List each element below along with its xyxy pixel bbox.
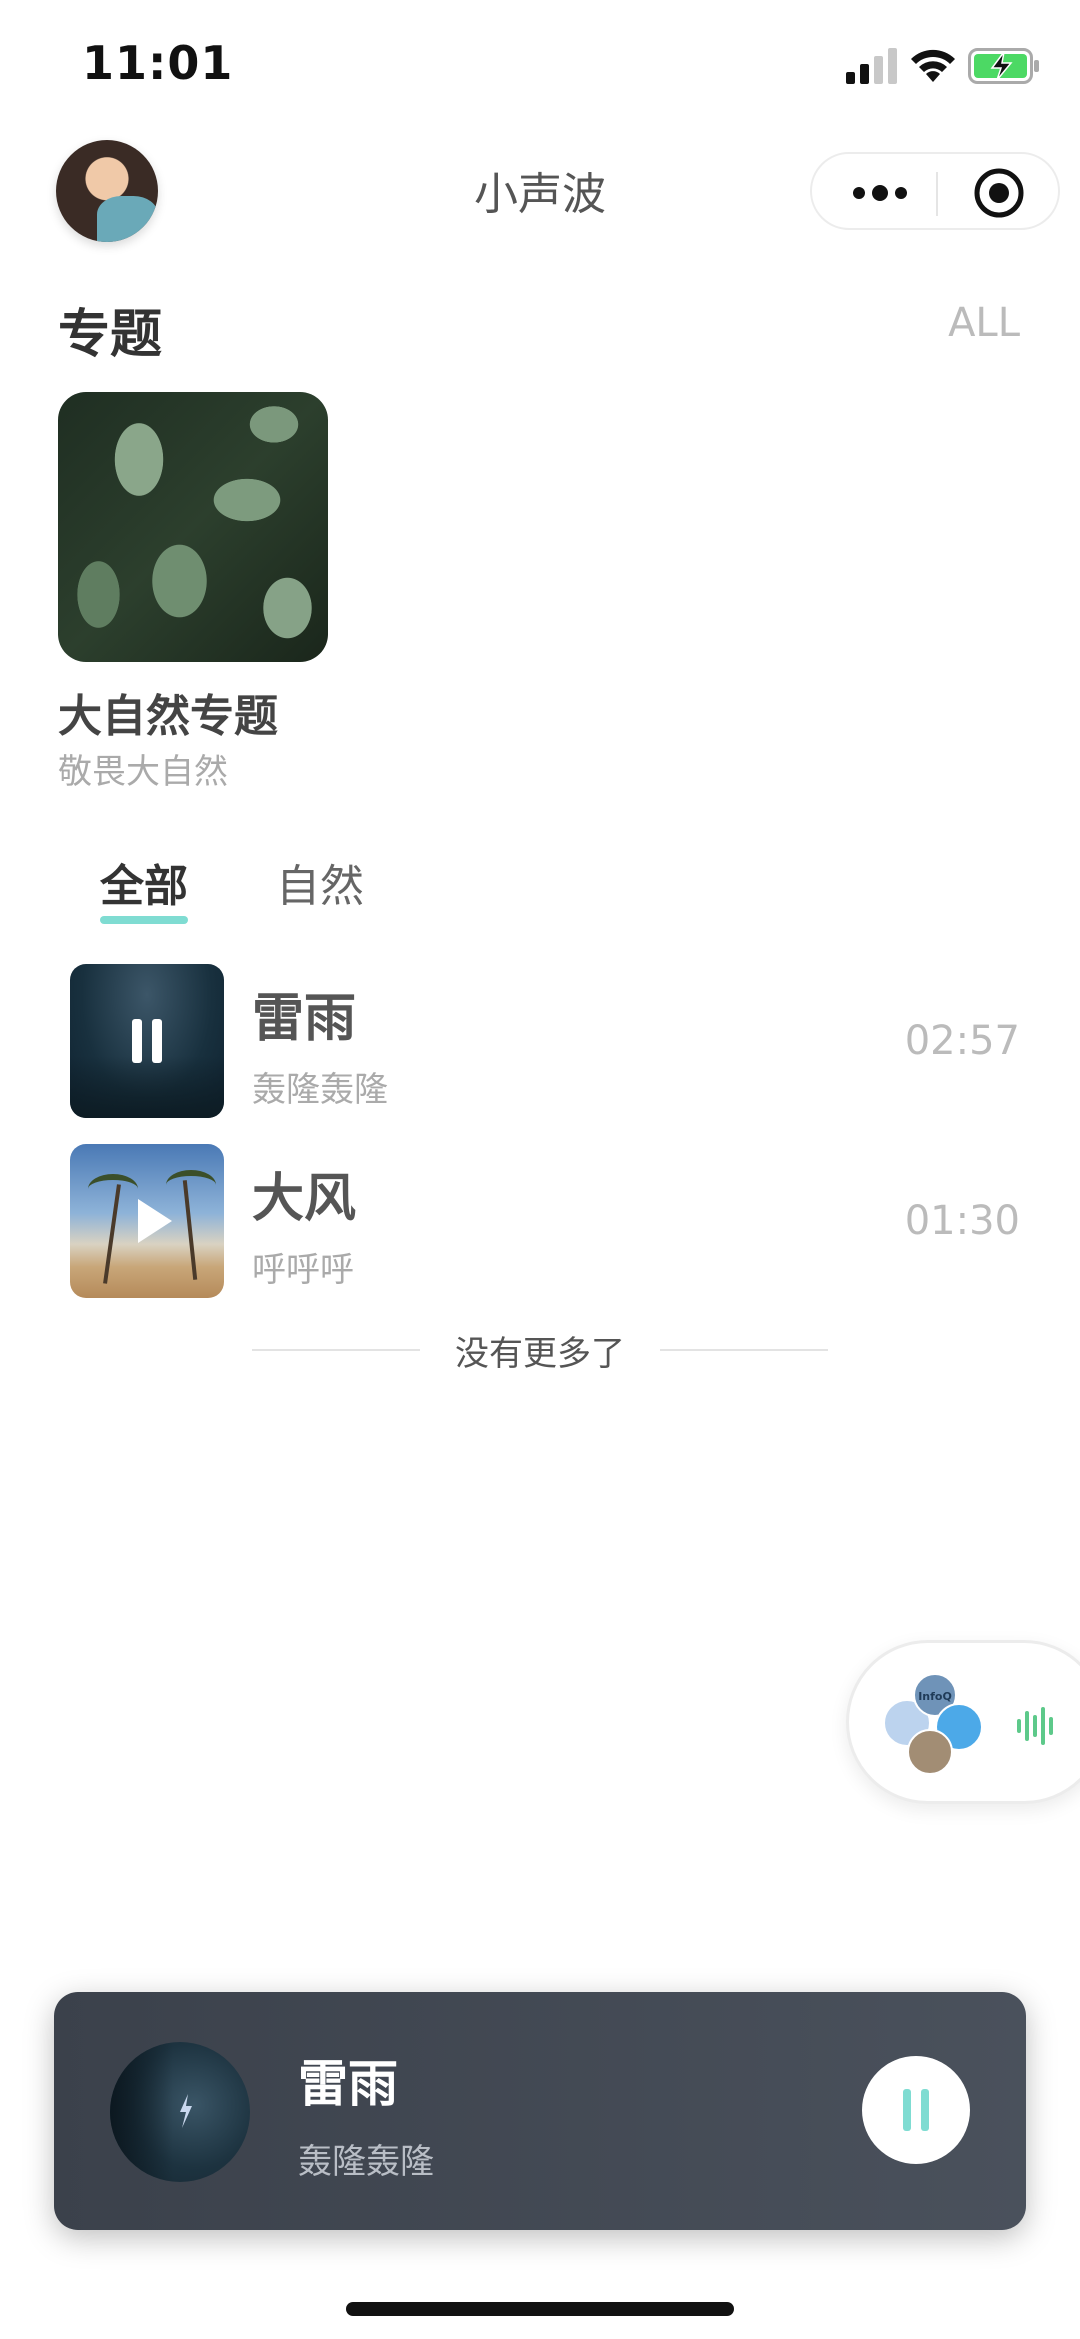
topics-section-title: 专题	[58, 305, 163, 365]
now-playing-subtitle: 轰隆轰隆	[298, 2142, 434, 2182]
wifi-icon	[911, 49, 955, 82]
sound-duration: 01:30	[904, 1198, 1020, 1244]
play-icon[interactable]	[138, 1199, 172, 1243]
sound-subtitle: 呼呼呼	[252, 1250, 354, 1290]
pause-icon	[903, 2089, 929, 2131]
pause-icon[interactable]	[132, 1019, 162, 1063]
close-miniprogram-icon[interactable]	[972, 166, 1026, 220]
sound-thumbnail	[70, 1144, 224, 1298]
tab-nature[interactable]: 自然	[276, 850, 364, 914]
home-indicator[interactable]	[346, 2302, 734, 2316]
status-time: 11:01	[82, 36, 234, 90]
now-playing-cover	[110, 2042, 250, 2182]
sound-duration: 02:57	[904, 1018, 1020, 1064]
now-playing-title: 雷雨	[298, 2055, 398, 2113]
sound-title: 大风	[252, 1169, 357, 1229]
lightning-icon	[180, 2094, 192, 2128]
sound-thumbnail	[70, 964, 224, 1118]
sound-title: 雷雨	[252, 989, 357, 1049]
audio-wave-icon	[1017, 1707, 1053, 1745]
status-bar: 11:01	[0, 0, 1080, 120]
topic-card-subtitle: 敬畏大自然	[58, 752, 228, 792]
pause-button[interactable]	[862, 2056, 970, 2164]
topic-card-cover[interactable]	[58, 392, 328, 662]
now-playing-bar[interactable]: 雷雨 轰隆轰隆	[54, 1992, 1026, 2230]
capsule-divider	[936, 172, 938, 216]
widget-avatar	[907, 1729, 953, 1775]
list-item[interactable]: 雷雨 轰隆轰隆 02:57	[70, 964, 1020, 1118]
active-tab-indicator	[100, 916, 188, 924]
view-all-topics-link[interactable]: ALL	[948, 300, 1020, 346]
list-end-text: 没有更多了	[455, 1334, 625, 1374]
navigation-bar: 小声波	[0, 130, 1080, 250]
more-options-icon[interactable]	[850, 178, 910, 208]
cellular-signal-icon	[846, 48, 897, 84]
floating-audio-widget[interactable]: InfoQ	[846, 1640, 1080, 1804]
battery-charging-icon	[968, 48, 1039, 84]
sound-subtitle: 轰隆轰隆	[252, 1070, 388, 1110]
miniprogram-capsule	[810, 152, 1060, 230]
topic-card-title[interactable]: 大自然专题	[58, 680, 278, 744]
divider-right	[660, 1349, 828, 1351]
list-item[interactable]: 大风 呼呼呼 01:30	[70, 1144, 1020, 1298]
tab-all[interactable]: 全部	[100, 850, 188, 914]
